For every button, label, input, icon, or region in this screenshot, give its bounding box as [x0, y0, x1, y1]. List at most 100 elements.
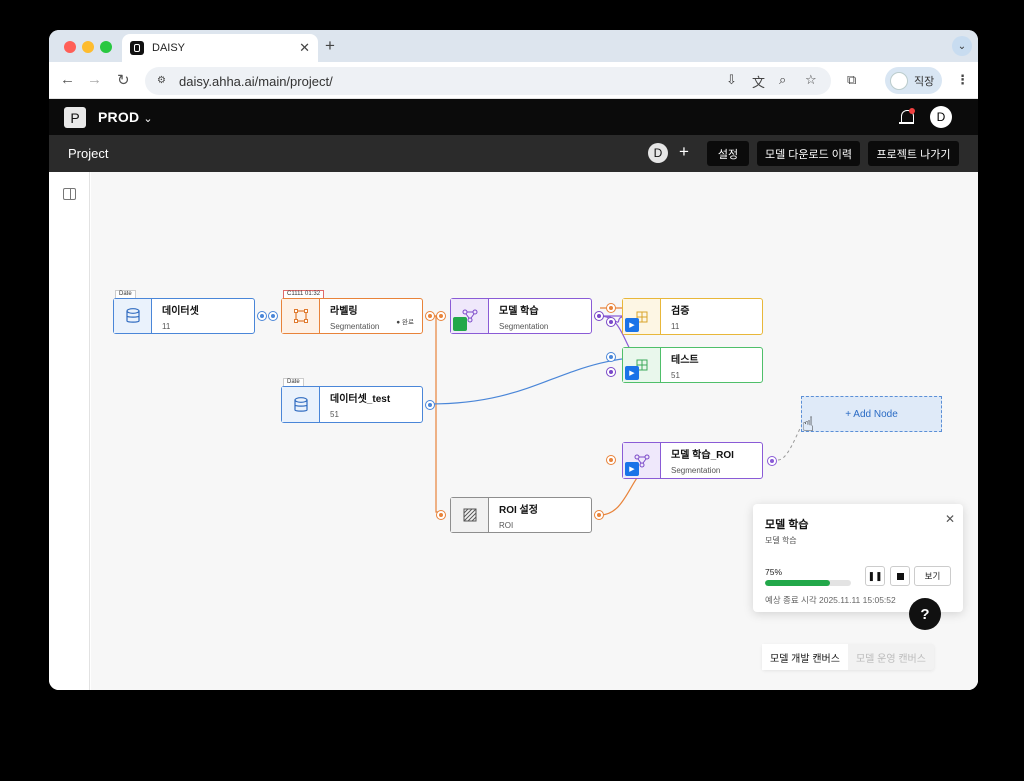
tab-search-icon[interactable]: ⌄	[952, 36, 972, 56]
verify-play-icon[interactable]: ▶	[625, 318, 639, 332]
content-area: Date 데이터셋 11 C1111 01:32 라벨링 Segmentation …	[49, 172, 978, 690]
train-node[interactable]: 모델 학습 Segmentation	[450, 298, 592, 334]
train-roi-title: 모델 학습_ROI	[671, 450, 734, 461]
labeling-out-port[interactable]	[425, 311, 435, 321]
notification-bell-icon[interactable]	[898, 108, 916, 126]
train-roi-type: Segmentation	[671, 466, 721, 475]
project-bar: Project D + 설정 모델 다운로드 이력 프로젝트 나가기	[49, 135, 978, 172]
daisy-favicon-icon	[130, 41, 144, 55]
profile-avatar	[890, 71, 908, 90]
url-text: daisy.ahha.ai/main/project/	[179, 73, 333, 89]
canvas-tabs: 모델 개발 캔버스 모델 운영 캔버스	[762, 644, 934, 670]
progress-bar-fill	[765, 580, 830, 586]
train-roi-node[interactable]: ▶ 모델 학습_ROI Segmentation	[622, 442, 763, 479]
workspace-logo: P	[64, 107, 86, 128]
extensions-icon[interactable]: ⧉	[847, 72, 856, 88]
dataset-test-node[interactable]: 데이터셋_test 51	[281, 386, 423, 423]
workflow-canvas[interactable]: Date 데이터셋 11 C1111 01:32 라벨링 Segmentation …	[91, 172, 978, 690]
train-roi-add-port[interactable]	[767, 456, 777, 466]
dataset-title: 데이터셋	[162, 305, 199, 317]
dataset-node[interactable]: 데이터셋 11	[113, 298, 255, 334]
back-icon[interactable]: ←	[60, 71, 75, 88]
install-app-icon[interactable]: ⇩	[726, 72, 737, 88]
wire-labeling-roi	[434, 315, 442, 513]
progress-percent: 75%	[765, 567, 783, 577]
member-avatar[interactable]: D	[648, 143, 668, 163]
browser-tab[interactable]: DAISY ✕	[122, 34, 318, 62]
expand-sidebar-icon[interactable]	[63, 188, 76, 200]
chevron-down-icon: ⌄	[143, 113, 153, 125]
roi-out-port[interactable]	[594, 510, 604, 520]
tab-dev-canvas[interactable]: 모델 개발 캔버스	[762, 644, 848, 670]
tab-title: DAISY	[152, 42, 186, 54]
view-button[interactable]: 보기	[914, 566, 951, 586]
verify-node[interactable]: ▶ 검증 11	[622, 298, 763, 335]
test-play-icon[interactable]: ▶	[625, 366, 639, 380]
tab-ops-canvas[interactable]: 모델 운영 캔버스	[848, 644, 934, 670]
train-title: 모델 학습	[499, 305, 539, 317]
train-out-port[interactable]	[594, 311, 604, 321]
close-tab-icon[interactable]: ✕	[299, 40, 310, 56]
roi-node[interactable]: ROI 설정 ROI	[450, 497, 592, 533]
browser-window: DAISY ✕ + ⌄ ← → ↻ ⚙ daisy.ahha.ai/main/p…	[49, 30, 978, 690]
neural-network-icon	[451, 299, 489, 333]
close-icon[interactable]: ✕	[945, 512, 955, 526]
database-icon	[114, 299, 152, 333]
reload-icon[interactable]: ↻	[117, 71, 130, 89]
browser-toolbar: ← → ↻ ⚙ daisy.ahha.ai/main/project/ ⇩ 文 …	[49, 62, 978, 99]
add-node-button[interactable]: + Add Node	[801, 396, 942, 432]
minimize-window-dot[interactable]	[82, 41, 94, 53]
bookmark-star-icon[interactable]: ☆	[805, 72, 817, 88]
maximize-window-dot[interactable]	[100, 41, 112, 53]
verify-icon: ▶	[623, 299, 661, 334]
train-roi-in-port[interactable]	[606, 455, 616, 465]
dataset-test-title: 데이터셋_test	[330, 394, 391, 405]
translate-icon[interactable]: 文	[752, 72, 765, 91]
test-node[interactable]: ▶ 테스트 51	[622, 347, 763, 383]
roi-pattern-icon	[451, 498, 489, 532]
test-in-port-a[interactable]	[606, 352, 616, 362]
app-header: P PROD ⌄ D	[49, 99, 978, 135]
progress-eta: 예상 종료 시각 2025.11.11 15:05:52	[765, 595, 896, 605]
pause-button[interactable]: ❚❚	[865, 566, 885, 586]
verify-title: 검증	[671, 306, 690, 317]
profile-chip[interactable]: 직장	[885, 67, 942, 94]
test-in-port-b[interactable]	[606, 367, 616, 377]
verify-in-port-a[interactable]	[606, 303, 616, 313]
labeling-node[interactable]: 라벨링 Segmentation ● 완료	[281, 298, 423, 334]
hand-cursor-icon: ☝	[802, 414, 815, 436]
train-in-port[interactable]	[436, 311, 446, 321]
browser-menu-icon[interactable]: ⋮	[956, 72, 969, 88]
dataset-test-count: 51	[330, 410, 339, 419]
settings-button[interactable]: 설정	[707, 141, 749, 166]
database-icon	[282, 387, 320, 422]
user-avatar[interactable]: D	[930, 106, 952, 128]
training-progress-panel: 모델 학습 ✕ 모델 학습 75% ❚❚ 보기 예상 종료 시각 2025.11…	[753, 504, 963, 612]
profile-label: 직장	[914, 75, 935, 88]
test-icon: ▶	[623, 348, 661, 382]
leave-project-button[interactable]: 프로젝트 나가기	[868, 141, 959, 166]
dataset-test-out-port[interactable]	[425, 400, 435, 410]
add-member-icon[interactable]: +	[679, 142, 689, 162]
notification-dot	[909, 108, 915, 114]
browser-tab-bar: DAISY ✕ + ⌄	[49, 30, 978, 62]
neural-network-icon: ▶	[623, 443, 661, 478]
new-tab-icon[interactable]: +	[325, 36, 335, 56]
labeling-type: Segmentation	[330, 321, 380, 331]
dataset-count: 11	[162, 321, 171, 331]
zoom-icon[interactable]: ⌕	[779, 72, 786, 88]
site-settings-icon[interactable]: ⚙	[157, 75, 169, 87]
help-button[interactable]: ?	[909, 598, 941, 630]
download-history-button[interactable]: 모델 다운로드 이력	[757, 141, 860, 166]
dataset-out-port[interactable]	[257, 311, 267, 321]
training-running-indicator	[453, 317, 467, 331]
workspace-selector[interactable]: PROD ⌄	[98, 109, 153, 125]
left-rail	[49, 172, 90, 690]
close-window-dot[interactable]	[64, 41, 76, 53]
labeling-in-port[interactable]	[268, 311, 278, 321]
verify-in-port-b[interactable]	[606, 317, 616, 327]
roi-in-port[interactable]	[436, 510, 446, 520]
stop-button[interactable]	[890, 566, 910, 586]
forward-icon[interactable]: →	[87, 71, 102, 88]
train-roi-play-icon[interactable]: ▶	[625, 462, 639, 476]
